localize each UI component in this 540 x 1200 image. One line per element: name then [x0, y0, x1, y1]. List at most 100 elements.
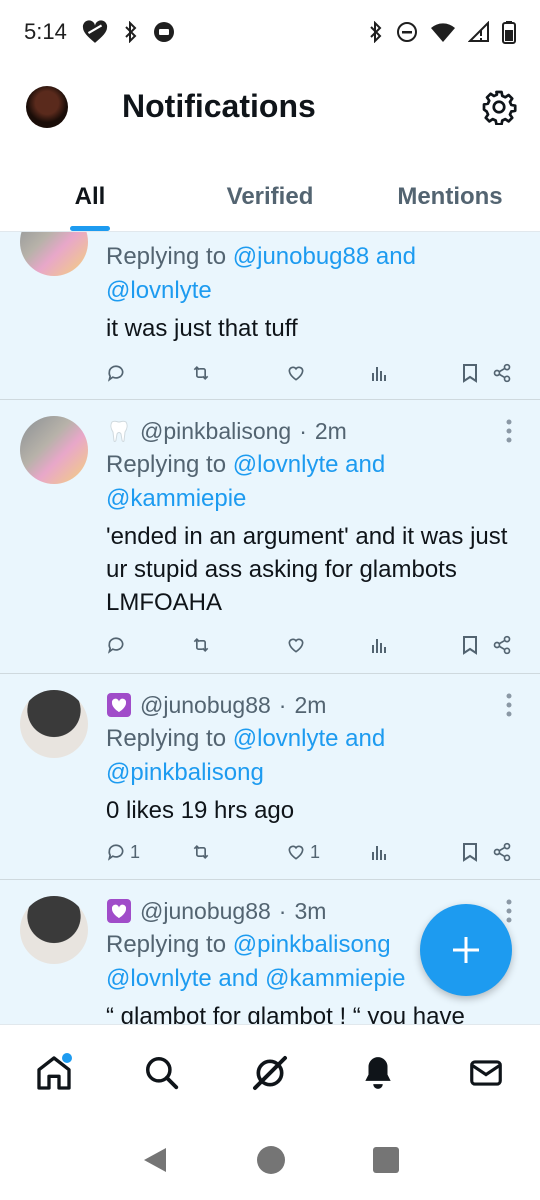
back-icon[interactable]	[140, 1145, 170, 1175]
profile-avatar[interactable]	[26, 86, 68, 128]
heart-box-icon	[107, 693, 131, 717]
nav-messages[interactable]	[456, 1043, 516, 1103]
notification-tabs: All Verified Mentions	[0, 162, 540, 232]
reply-mention-link[interactable]: @lovnlyte	[106, 277, 212, 304]
retweet-button[interactable]	[190, 842, 286, 862]
views-icon	[372, 639, 386, 653]
chat-icon	[153, 22, 174, 42]
tweet-actions	[106, 358, 522, 388]
search-icon	[146, 1057, 179, 1090]
avatar[interactable]	[20, 232, 88, 276]
tweet-text: 0 likes 19 hrs ago	[106, 797, 295, 824]
signal-icon	[468, 21, 489, 42]
share-icon	[493, 842, 511, 862]
bookmark-button[interactable]	[462, 635, 492, 655]
avatar[interactable]	[20, 416, 88, 484]
bookmark-button[interactable]	[462, 842, 492, 862]
heart-icon	[288, 638, 304, 653]
tweet-actions: 1 1	[106, 837, 522, 867]
reply-mention-link[interactable]: @lovnlyte and @kammiepie	[106, 965, 406, 992]
share-icon	[493, 635, 511, 655]
reply-mention-link[interactable]: @pinkbalisong	[233, 931, 391, 958]
bluetooth-icon	[125, 21, 137, 43]
bottom-navigation	[0, 1024, 540, 1121]
tab-all[interactable]: All	[0, 162, 180, 231]
retweet-icon	[193, 365, 209, 381]
nav-search[interactable]	[132, 1043, 192, 1103]
reply-mention-link[interactable]: @pinkbalisong	[106, 759, 264, 786]
status-bar: 5:14	[0, 0, 540, 64]
list-item[interactable]: Replying to @junobug88 and @lovnlyte it …	[0, 232, 540, 400]
app-header: Notifications	[0, 64, 540, 152]
tweet-text: “ glambot for glambot ! “ you have	[106, 1003, 465, 1024]
grok-icon	[253, 1056, 287, 1090]
tweet-time: 2m	[314, 417, 347, 444]
tweet-actions	[106, 630, 522, 660]
tweet-text: it was just that tuff	[106, 315, 298, 342]
list-item[interactable]: @junobug88 · 2m Replying to @lovnlyte an…	[0, 674, 540, 880]
share-button[interactable]	[492, 363, 512, 383]
tweet-text: 'ended in an argument' and it was just u…	[106, 523, 508, 616]
retweet-icon	[193, 637, 209, 653]
replying-to-label: Replying to	[106, 243, 233, 270]
bell-icon	[365, 1057, 391, 1089]
replying-to-label: Replying to	[106, 451, 233, 478]
bluetooth-icon	[370, 21, 382, 43]
like-button[interactable]: 1	[286, 842, 370, 863]
battery-icon	[502, 21, 516, 44]
bookmark-button[interactable]	[462, 363, 492, 383]
home-circle-icon[interactable]	[256, 1145, 286, 1175]
reply-icon	[107, 844, 124, 861]
share-button[interactable]	[492, 635, 512, 655]
share-button[interactable]	[492, 842, 512, 862]
views-button[interactable]	[370, 635, 462, 655]
heart-box-icon	[107, 899, 131, 923]
do-not-disturb-icon	[397, 22, 417, 42]
like-button[interactable]	[286, 363, 370, 383]
share-icon	[493, 363, 511, 383]
reply-icon	[107, 637, 124, 654]
list-item[interactable]: @pinkbalisong · 2m Replying to @lovnlyte…	[0, 400, 540, 674]
compose-button[interactable]	[420, 904, 512, 996]
replying-to-label: Replying to	[106, 931, 233, 958]
tab-mentions[interactable]: Mentions	[360, 162, 540, 231]
reply-mention-link[interactable]: @lovnlyte and	[233, 725, 385, 752]
unread-dot	[62, 1053, 72, 1063]
like-count: 1	[310, 841, 321, 862]
page-title: Notifications	[122, 88, 316, 124]
bookmark-icon	[463, 364, 477, 383]
gear-icon	[482, 90, 517, 125]
like-button[interactable]	[286, 635, 370, 655]
views-button[interactable]	[370, 363, 462, 383]
reply-count: 1	[130, 841, 141, 862]
tab-verified[interactable]: Verified	[180, 162, 360, 231]
reply-button[interactable]	[106, 363, 190, 383]
views-button[interactable]	[370, 842, 462, 862]
reply-mention-link[interactable]: @junobug88 and	[233, 243, 416, 270]
reply-button[interactable]: 1	[106, 842, 190, 863]
author-handle[interactable]: @junobug88	[140, 692, 271, 719]
retweet-button[interactable]	[190, 363, 286, 383]
reply-mention-link[interactable]: @lovnlyte and	[233, 451, 385, 478]
reply-mention-link[interactable]: @kammiepie	[106, 485, 246, 512]
heart-app-icon	[82, 20, 107, 43]
tooth-icon	[110, 420, 128, 442]
views-icon	[372, 846, 386, 860]
avatar[interactable]	[20, 896, 88, 964]
system-navigation	[0, 1120, 540, 1200]
recents-icon[interactable]	[372, 1146, 400, 1174]
settings-button[interactable]	[478, 86, 520, 128]
tweet-time: 2m	[294, 691, 327, 718]
nav-notifications[interactable]	[348, 1043, 408, 1103]
nav-home[interactable]	[24, 1043, 84, 1103]
reply-button[interactable]	[106, 635, 190, 655]
nav-grok[interactable]	[240, 1043, 300, 1103]
author-handle[interactable]: @junobug88	[140, 898, 271, 925]
plus-icon	[453, 937, 479, 963]
tweet-time: 3m	[294, 897, 327, 924]
heart-icon	[288, 845, 304, 860]
retweet-button[interactable]	[190, 635, 286, 655]
avatar[interactable]	[20, 690, 88, 758]
heart-icon	[288, 366, 304, 381]
author-handle[interactable]: @pinkbalisong	[140, 418, 291, 445]
